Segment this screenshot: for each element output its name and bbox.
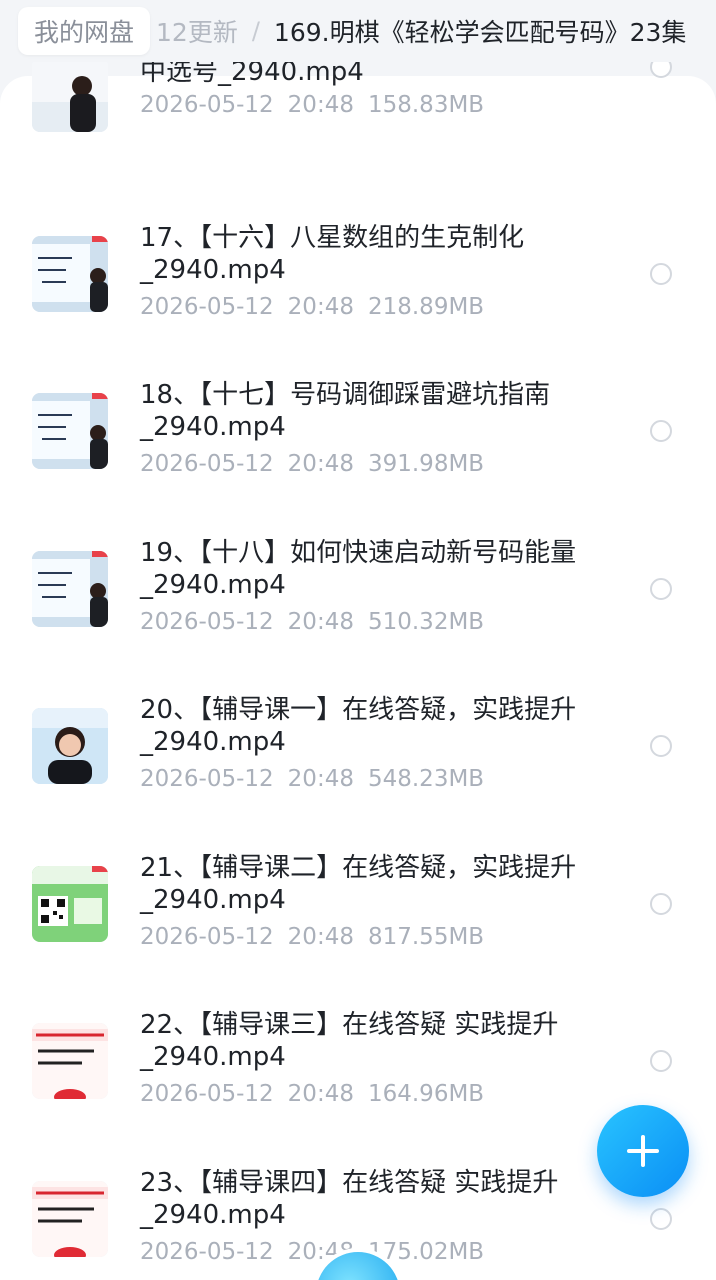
file-name[interactable]: 17、【十六】八星数组的生克制化 _2940.mp4 — [140, 222, 610, 286]
video-thumbnail[interactable] — [32, 1023, 108, 1099]
breadcrumb-current-folder: 169.明棋《轻松学会匹配号码》23集 — [273, 18, 687, 47]
video-thumbnail[interactable] — [32, 866, 108, 942]
file-name[interactable]: 20、【辅导课一】在线答疑，实践提升 _2940.mp4 — [140, 694, 610, 758]
video-thumbnail[interactable] — [32, 236, 108, 312]
file-row[interactable]: 18、【十七】号码调御踩雷避坑指南 _2940.mp4 2026-05-12 20:4… — [0, 351, 716, 509]
file-name-line2: _2940.mp4 — [140, 570, 286, 600]
file-name[interactable]: 21、【辅导课二】在线答疑，实践提升 _2940.mp4 — [140, 852, 610, 916]
file-name-line2: _2940.mp4 — [140, 885, 286, 915]
file-time: 20:48 — [287, 294, 354, 320]
video-thumbnail[interactable] — [32, 551, 108, 627]
file-meta: 2026-05-12 20:48 391.98MB — [140, 451, 484, 477]
file-size: 510.32MB — [367, 609, 485, 635]
file-date: 2026-05-12 — [140, 92, 274, 118]
file-size: 218.89MB — [367, 294, 485, 320]
file-time: 20:48 — [287, 92, 354, 118]
video-thumbnail-image — [32, 393, 108, 469]
file-name-line1: 22、【辅导课三】在线答疑 实践提升 — [140, 1010, 559, 1040]
file-meta: 2026-05-12 20:48 817.55MB — [140, 924, 484, 950]
file-size: 817.55MB — [367, 924, 485, 950]
file-name-line2: _2940.mp4 — [140, 255, 286, 285]
file-name-line1: 18、【十七】号码调御踩雷避坑指南 — [140, 380, 551, 410]
video-thumbnail-image — [32, 551, 108, 627]
file-name-line2: _2940.mp4 — [140, 412, 286, 442]
file-list: 中选号_2940.mp4 2026-05-12 20:48 158.83MB 17、【十… — [0, 56, 716, 1280]
file-meta: 2026-05-12 20:48 175.02MB — [140, 1239, 484, 1265]
file-time: 20:48 — [287, 766, 354, 792]
file-name-line1: 21、【辅导课二】在线答疑，实践提升 — [140, 853, 577, 883]
file-name-line1: 19、【十八】如何快速启动新号码能量 — [140, 538, 577, 568]
video-thumbnail[interactable] — [32, 56, 108, 132]
video-thumbnail[interactable] — [32, 1181, 108, 1257]
file-date: 2026-05-12 — [140, 924, 274, 950]
plus-icon — [627, 1135, 659, 1167]
video-thumbnail-image — [32, 866, 108, 942]
file-date: 2026-05-12 — [140, 609, 274, 635]
video-thumbnail-image — [32, 236, 108, 312]
file-row[interactable]: 19、【十八】如何快速启动新号码能量 _2940.mp4 2026-05-12 20:… — [0, 509, 716, 667]
file-name[interactable]: 19、【十八】如何快速启动新号码能量 _2940.mp4 — [140, 537, 610, 601]
file-name-line2: _2940.mp4 — [140, 727, 286, 757]
file-name-line2: _2940.mp4 — [140, 1200, 286, 1230]
video-thumbnail[interactable] — [32, 708, 108, 784]
file-row[interactable]: 20、【辅导课一】在线答疑，实践提升 _2940.mp4 2026-05-12 20:… — [0, 666, 716, 824]
file-row[interactable]: 中选号_2940.mp4 2026-05-12 20:48 158.83MB — [0, 56, 716, 214]
file-date: 2026-05-12 — [140, 294, 274, 320]
add-button[interactable] — [597, 1105, 689, 1197]
select-radio[interactable] — [650, 263, 672, 285]
file-date: 2026-05-12 — [140, 1081, 274, 1107]
file-time: 20:48 — [287, 924, 354, 950]
file-meta: 2026-05-12 20:48 164.96MB — [140, 1081, 484, 1107]
file-size: 391.98MB — [367, 451, 485, 477]
breadcrumb: 我的网盘 12更新 / 169.明棋《轻松学会匹配号码》23集 — [0, 0, 716, 62]
file-meta: 2026-05-12 20:48 158.83MB — [140, 92, 484, 118]
file-size: 158.83MB — [367, 92, 485, 118]
select-radio[interactable] — [650, 1208, 672, 1230]
select-radio[interactable] — [650, 735, 672, 757]
file-time: 20:48 — [287, 1081, 354, 1107]
video-thumbnail-image — [32, 1023, 108, 1099]
file-time: 20:48 — [287, 609, 354, 635]
select-radio[interactable] — [650, 893, 672, 915]
file-date: 2026-05-12 — [140, 766, 274, 792]
breadcrumb-parent-folder[interactable]: 12更新 — [156, 13, 238, 49]
video-thumbnail-image — [32, 1181, 108, 1257]
file-row[interactable]: 22、【辅导课三】在线答疑 实践提升 _2940.mp4 2026-05-12 20:… — [0, 981, 716, 1139]
file-size: 548.23MB — [367, 766, 485, 792]
breadcrumb-root-my-drive[interactable]: 我的网盘 — [18, 7, 151, 55]
file-name[interactable]: 23、【辅导课四】在线答疑 实践提升 _2940.mp4 — [140, 1167, 610, 1231]
file-row[interactable]: 17、【十六】八星数组的生克制化 _2940.mp4 2026-05-12 20:48… — [0, 194, 716, 352]
file-date: 2026-05-12 — [140, 1239, 274, 1265]
file-name-line1: 23、【辅导课四】在线答疑 实践提升 — [140, 1168, 559, 1198]
file-name-line1: 20、【辅导课一】在线答疑，实践提升 — [140, 695, 577, 725]
file-name-line1: 17、【十六】八星数组的生克制化 — [140, 223, 525, 253]
file-name[interactable]: 22、【辅导课三】在线答疑 实践提升 _2940.mp4 — [140, 1009, 610, 1073]
video-thumbnail-image — [32, 708, 108, 784]
file-meta: 2026-05-12 20:48 548.23MB — [140, 766, 484, 792]
file-list-screen: 我的网盘 12更新 / 169.明棋《轻松学会匹配号码》23集 中选号_2940… — [0, 0, 716, 1280]
file-meta: 2026-05-12 20:48 510.32MB — [140, 609, 484, 635]
file-row[interactable]: 21、【辅导课二】在线答疑，实践提升 _2940.mp4 2026-05-12 20:… — [0, 824, 716, 982]
select-radio[interactable] — [650, 420, 672, 442]
video-thumbnail-image — [32, 56, 108, 132]
file-meta: 2026-05-12 20:48 218.89MB — [140, 294, 484, 320]
video-thumbnail[interactable] — [32, 393, 108, 469]
file-name-line2: _2940.mp4 — [140, 1042, 286, 1072]
breadcrumb-separator: / — [251, 17, 260, 45]
file-date: 2026-05-12 — [140, 451, 274, 477]
file-name[interactable]: 18、【十七】号码调御踩雷避坑指南 _2940.mp4 — [140, 379, 610, 443]
select-radio[interactable] — [650, 578, 672, 600]
select-radio[interactable] — [650, 1050, 672, 1072]
file-time: 20:48 — [287, 451, 354, 477]
file-size: 164.96MB — [367, 1081, 485, 1107]
